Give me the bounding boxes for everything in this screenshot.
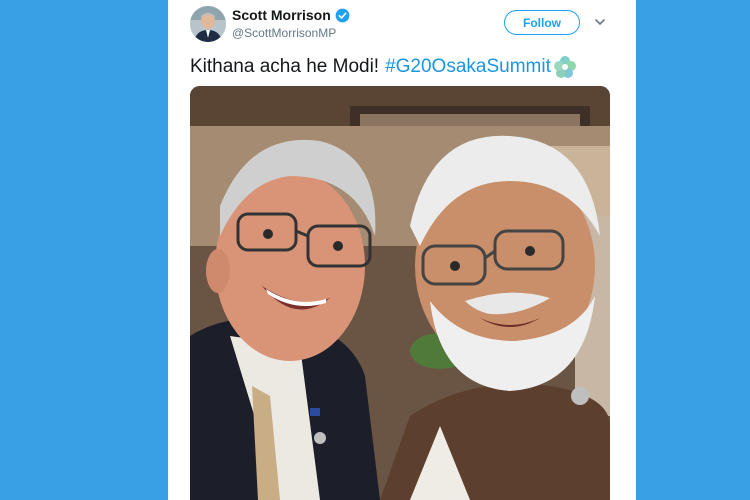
tweet-text: Kithana acha he Modi! #G20OsakaSummit xyxy=(190,55,577,79)
author-handle[interactable]: @ScottMorrisonMP xyxy=(232,26,336,40)
tweet-body: Kithana acha he Modi! xyxy=(190,56,380,77)
chevron-down-icon[interactable] xyxy=(594,16,606,28)
author-name[interactable]: Scott Morrison xyxy=(232,7,331,23)
avatar-image xyxy=(190,6,226,42)
selfie-photo xyxy=(190,86,610,500)
follow-button[interactable]: Follow xyxy=(504,10,580,35)
hashtag-link[interactable]: #G20OsakaSummit xyxy=(385,56,551,78)
author-name-row: Scott Morrison xyxy=(232,7,350,23)
tweet-card: Scott Morrison @ScottMorrisonMP Follow K… xyxy=(168,0,636,500)
verified-badge-icon xyxy=(335,8,350,22)
g20-flower-emoji-icon xyxy=(553,56,576,78)
tweet-photo[interactable] xyxy=(190,86,610,500)
author-avatar[interactable] xyxy=(190,6,226,42)
